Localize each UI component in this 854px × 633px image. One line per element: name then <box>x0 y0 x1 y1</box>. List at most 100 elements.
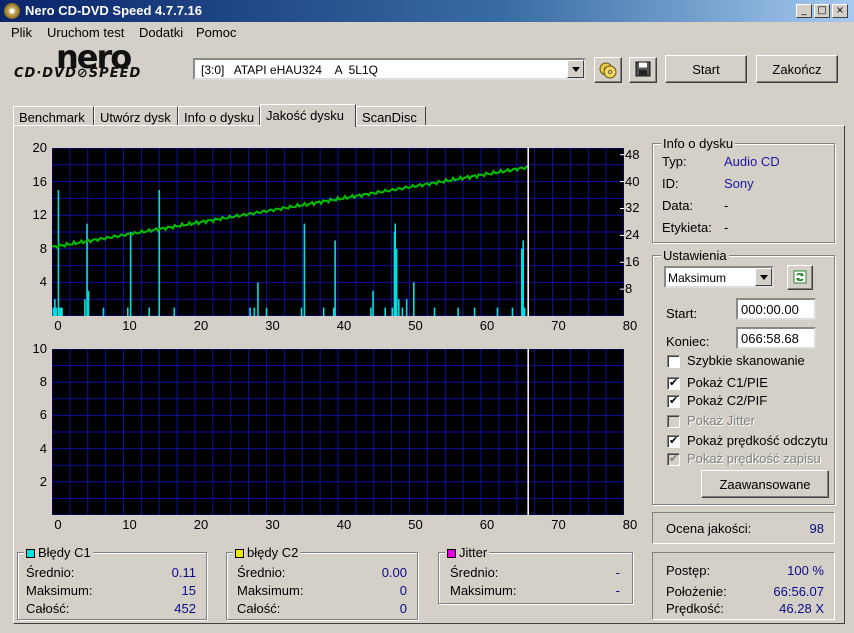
c2-total-value: 0 <box>399 601 407 616</box>
mode-select[interactable]: Maksimum <box>664 266 774 288</box>
x-tick-label: 0 <box>54 318 62 333</box>
x-tick-label: 0 <box>54 517 62 532</box>
chevron-down-icon[interactable] <box>755 268 772 286</box>
x-tick-label: 70 <box>551 517 566 532</box>
x-tick-label: 10 <box>122 517 137 532</box>
app-icon <box>4 3 20 19</box>
c2-avg-value: 0.00 <box>381 565 407 580</box>
y2-tick-label: 48 <box>625 146 640 162</box>
disc-label-label: Etykieta: <box>662 220 712 235</box>
window-title: Nero CD-DVD Speed 4.7.7.16 <box>25 3 203 18</box>
show-jitter-checkbox <box>667 415 680 428</box>
c2-error-chart-plot <box>51 348 625 516</box>
x-tick-label: 40 <box>336 318 352 333</box>
disc-date-label: Data: <box>662 198 694 213</box>
settings-group: Ustawienia Maksimum Start: 000:00.00 Kon… <box>652 248 835 505</box>
stop-button[interactable]: Zakończ <box>756 55 838 83</box>
eject-button[interactable] <box>594 57 622 83</box>
disc-id-value: Sony <box>724 176 754 191</box>
x-tick-label: 30 <box>265 517 280 532</box>
floppy-disk-icon <box>635 61 651 77</box>
y-tick-label: 20 <box>32 140 47 155</box>
y-tick-label: 10 <box>32 341 47 356</box>
c1-max-value: 15 <box>181 583 196 598</box>
show-write-speed-label: Pokaż prędkość zapisu <box>687 451 821 466</box>
maximize-button[interactable]: □ <box>814 4 830 18</box>
c1-total-label: Całość: <box>26 601 70 616</box>
settings-title: Ustawienia <box>661 248 729 263</box>
x-tick-label: 40 <box>336 517 352 532</box>
advanced-button[interactable]: Zaawansowane <box>701 470 829 498</box>
show-read-speed-label[interactable]: Pokaż prędkość odczytu <box>687 433 832 448</box>
mode-select-value: Maksimum <box>668 271 727 285</box>
tab-info-o-dysku[interactable]: Info o dysku <box>178 106 260 126</box>
tab-utworz-dysk[interactable]: Utwórz dysk <box>94 106 178 126</box>
start-button[interactable]: Start <box>665 55 747 83</box>
drive-select[interactable]: [3:0] ATAPI eHAU324 A 5L1Q <box>193 58 586 80</box>
menu-pomoc[interactable]: Pomoc <box>196 25 236 40</box>
x-tick-label: 50 <box>408 517 423 532</box>
progress-label: Postęp: <box>666 563 711 578</box>
c1-color-swatch <box>26 549 35 558</box>
quality-score-box: Ocena jakości: 98 <box>652 512 835 544</box>
show-c2-label[interactable]: Pokaż C2/PIF <box>687 393 767 408</box>
y-tick-label: 8 <box>39 240 47 256</box>
show-write-speed-checkbox: ✔ <box>667 452 680 466</box>
jitter-max-label: Maksimum: <box>450 583 517 598</box>
fast-scan-checkbox[interactable] <box>667 355 680 368</box>
y-tick-label: 16 <box>32 173 47 189</box>
c2-color-swatch <box>235 549 244 558</box>
x-tick-label: 20 <box>193 318 209 333</box>
quality-score-label: Ocena jakości: <box>666 521 752 536</box>
c2-stats-group: błędy C2 Średnio: 0.00 Maksimum: 0 Całoś… <box>226 545 418 620</box>
disc-swap-icon <box>599 62 617 79</box>
c1-max-label: Maksimum: <box>26 583 93 598</box>
c2-error-chart <box>51 348 625 516</box>
end-field[interactable]: 066:58.68 <box>736 327 816 349</box>
tab-benchmark[interactable]: Benchmark <box>13 106 94 126</box>
c2-max-label: Maksimum: <box>237 583 304 598</box>
x-tick-label: 70 <box>551 318 566 333</box>
progress-value: 100 % <box>787 563 824 578</box>
c2-avg-label: Średnio: <box>237 565 286 580</box>
y2-tick-label: 40 <box>625 173 640 189</box>
x-tick-label: 60 <box>479 517 495 532</box>
save-button[interactable] <box>629 57 657 83</box>
x-tick-label: 30 <box>265 318 280 333</box>
checkmark-icon: ✔ <box>669 394 679 407</box>
tab-jakosc-dysku[interactable]: Jakość dysku <box>260 104 356 127</box>
y2-tick-label: 32 <box>625 200 640 216</box>
fast-scan-label[interactable]: Szybkie skanowanie <box>687 353 805 368</box>
show-c1-checkbox[interactable]: ✔ <box>667 376 680 390</box>
chevron-down-icon[interactable] <box>567 60 584 78</box>
show-read-speed-checkbox[interactable]: ✔ <box>667 434 680 448</box>
quality-score-value: 98 <box>809 521 824 536</box>
minimize-button[interactable]: _ <box>796 4 812 18</box>
c1-stats-group: Błędy C1 Średnio: 0.11 Maksimum: 15 Cało… <box>17 545 207 620</box>
show-c1-label[interactable]: Pokaż C1/PIE <box>687 375 768 390</box>
menu-plik[interactable]: Plik <box>11 25 32 40</box>
y-tick-label: 4 <box>39 274 47 290</box>
close-button[interactable]: × <box>832 4 848 18</box>
c1-total-value: 452 <box>174 601 196 616</box>
show-c2-checkbox[interactable]: ✔ <box>667 394 680 408</box>
disc-id-label: ID: <box>662 176 679 191</box>
y-tick-label: 6 <box>39 407 47 423</box>
start-label: Start: <box>666 306 698 321</box>
refresh-button[interactable] <box>787 265 813 290</box>
tab-scandisc[interactable]: ScanDisc <box>356 106 426 126</box>
jitter-max-value: - <box>615 583 620 598</box>
menu-dodatki[interactable]: Dodatki <box>139 25 183 40</box>
y-tick-label: 2 <box>39 473 47 489</box>
x-tick-label: 80 <box>622 318 638 333</box>
disc-type-label: Typ: <box>662 154 687 169</box>
jitter-stats-group: Jitter Średnio: - Maksimum: - <box>438 545 633 604</box>
disc-date-value: - <box>724 198 729 213</box>
start-field[interactable]: 000:00.00 <box>736 298 816 320</box>
x-tick-label: 10 <box>122 318 137 333</box>
c2-total-label: Całość: <box>237 601 281 616</box>
cd-dvd-speed-logo: CD·DVD⊘SPEED <box>14 66 142 81</box>
show-jitter-label: Pokaż Jitter <box>687 413 755 428</box>
c1-avg-label: Średnio: <box>26 565 75 580</box>
c1-avg-value: 0.11 <box>171 565 196 580</box>
